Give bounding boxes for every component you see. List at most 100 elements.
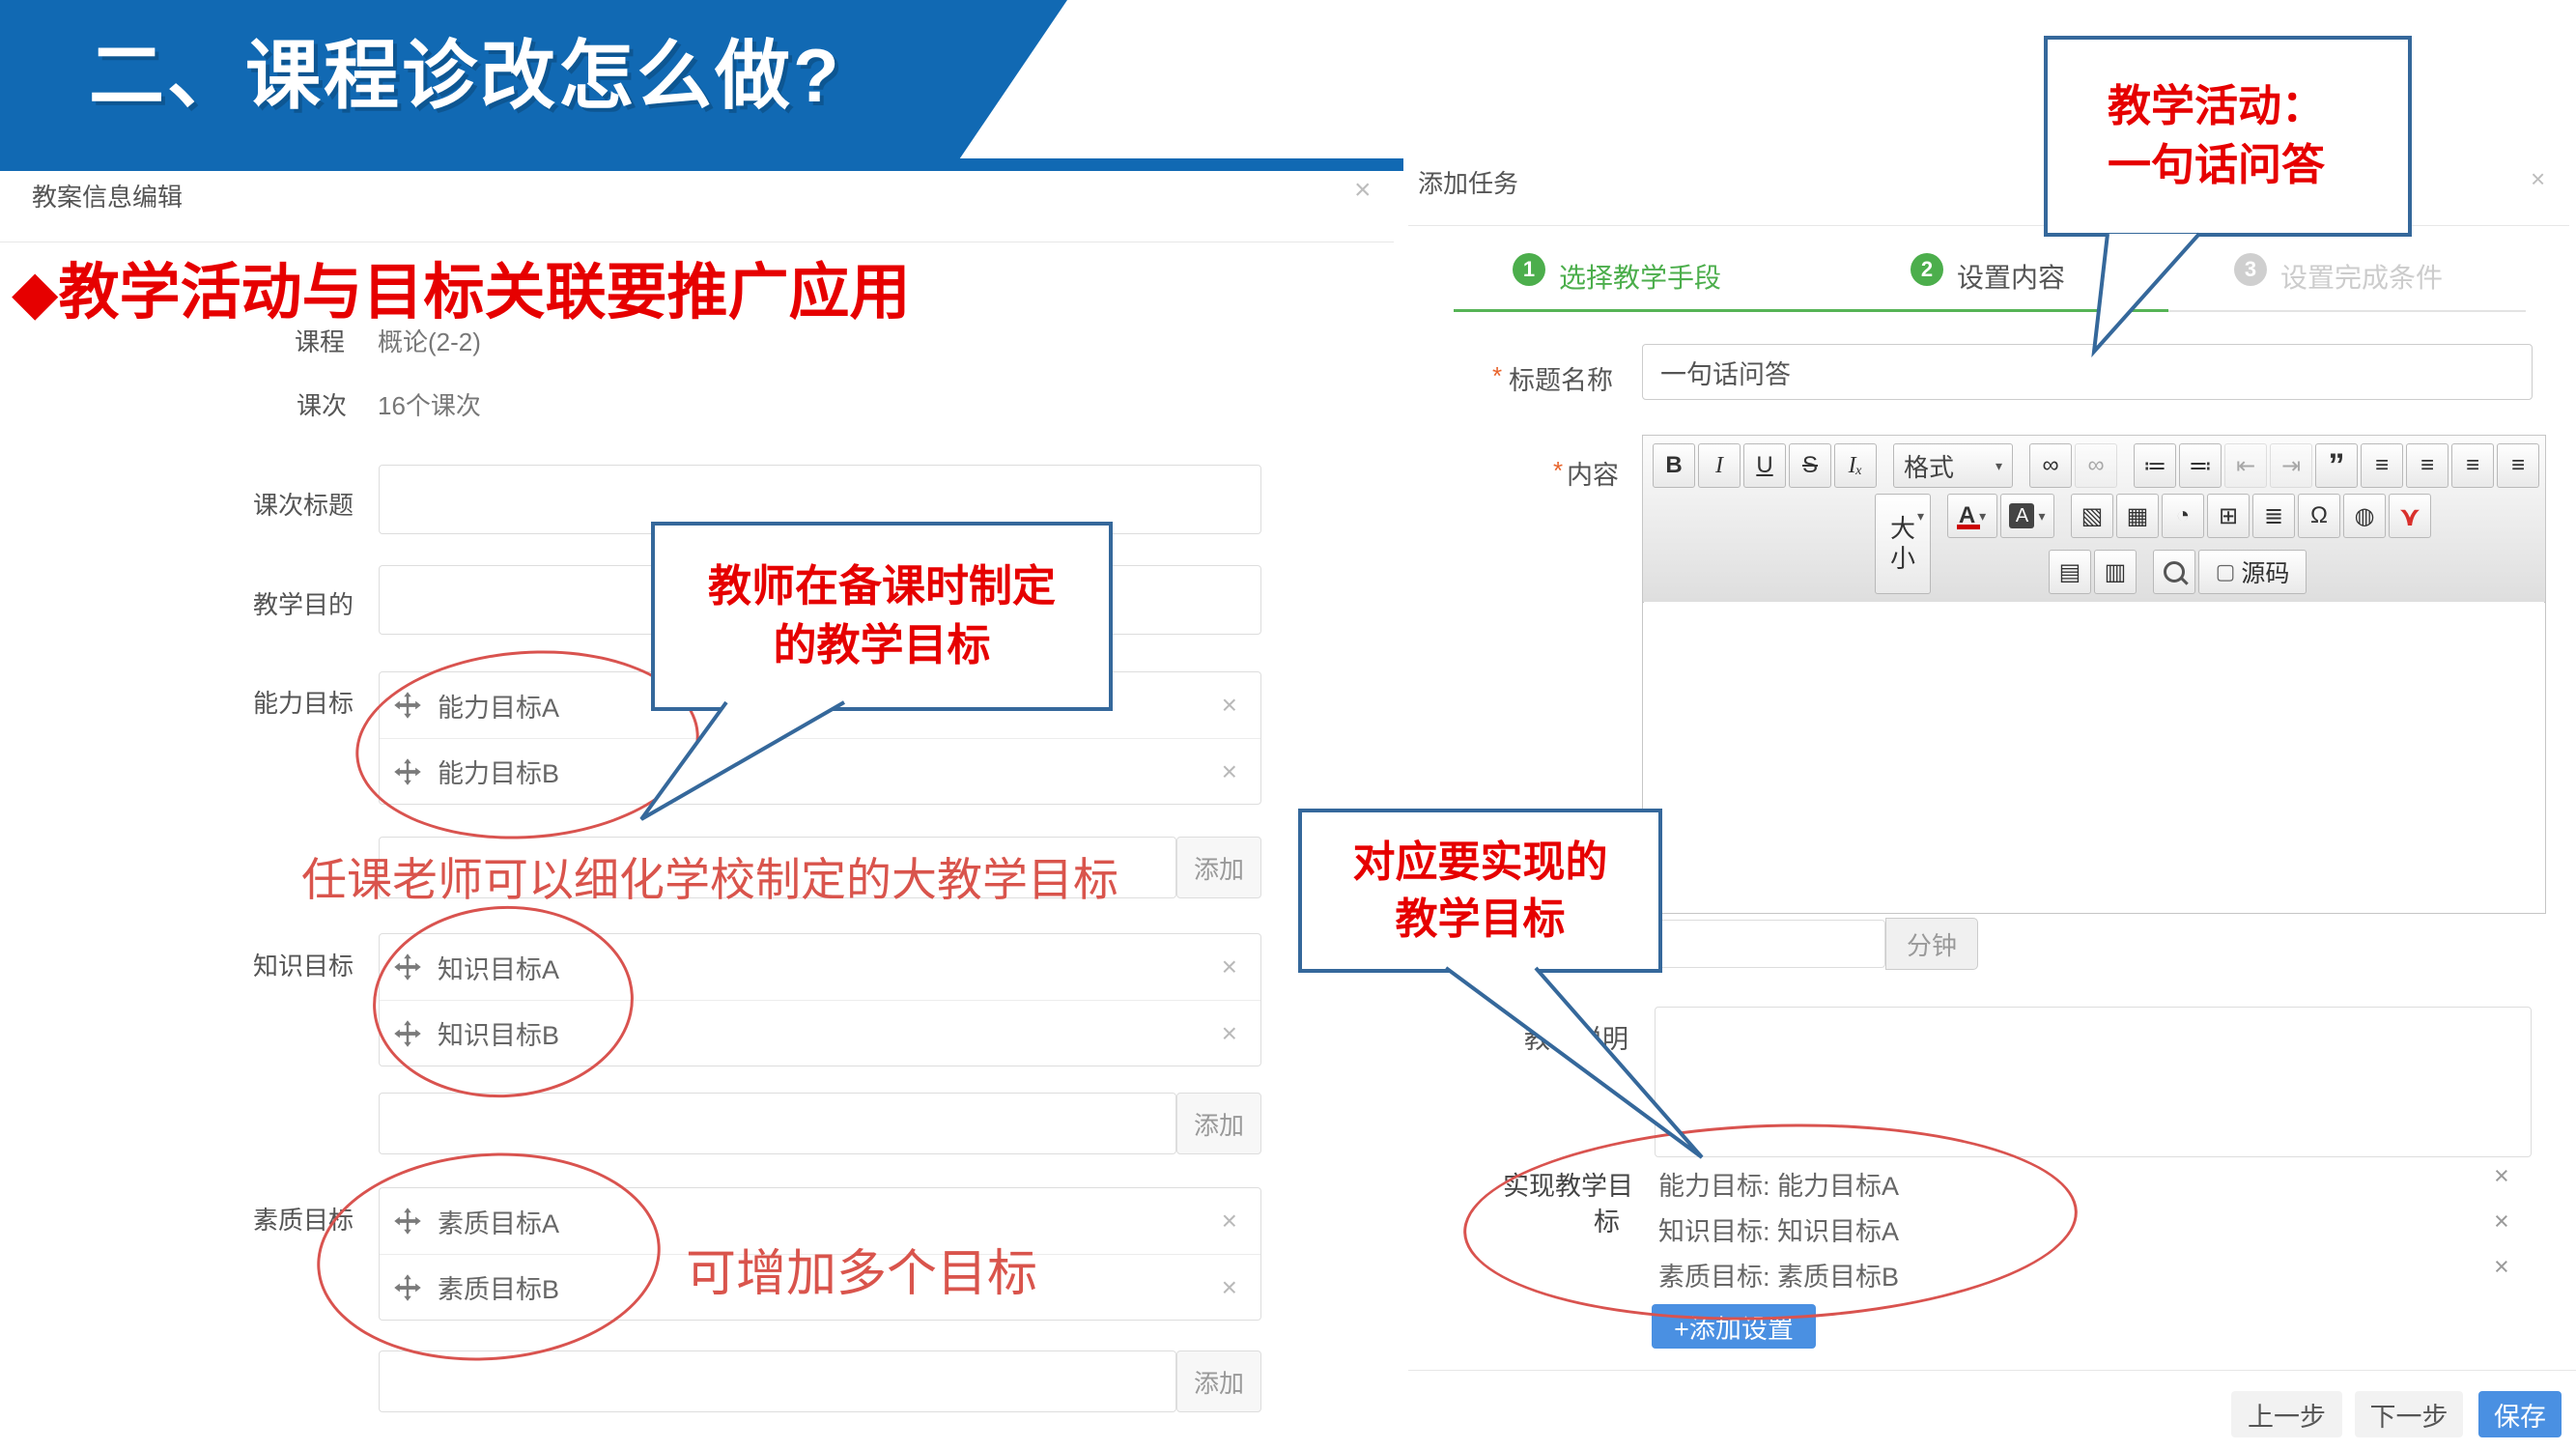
background-color-icon[interactable]: A ▾: [2000, 494, 2054, 538]
prev-step-button[interactable]: 上一步: [2231, 1391, 2342, 1437]
text-color-bar: [1957, 525, 1980, 529]
remove-item-icon[interactable]: ×: [1222, 692, 1237, 719]
align-left-icon[interactable]: ≡: [2361, 443, 2403, 488]
slide: 二、课程诊改怎么做? 教案信息编辑 × ◆教学活动与目标关联要推广应用 课程 概…: [0, 0, 2576, 1450]
page-icon: ▢: [2216, 559, 2236, 584]
annotation-heading: ◆教学活动与目标关联要推广应用: [12, 243, 910, 331]
task-content-label: 内容: [1567, 454, 1619, 492]
insert-table-icon[interactable]: ⊞: [2207, 494, 2250, 538]
unordered-list-icon[interactable]: ≕: [2179, 443, 2222, 488]
duration-field[interactable]: [1646, 920, 1885, 968]
brand-plugin-icon[interactable]: ⋎: [2389, 494, 2431, 538]
minutes-addon: 分钟: [1885, 918, 1978, 970]
step-2-label[interactable]: 设置内容: [1957, 257, 2065, 296]
footer-divider: [1408, 1370, 2576, 1371]
editor-toolbar: B I U S Iₓ 格式 ▾ ∞ ∞ ≔: [1643, 436, 2545, 603]
align-right-icon[interactable]: ≡: [2451, 443, 2494, 488]
annotation-note-multiple: 可增加多个目标: [686, 1233, 1037, 1305]
ability-goal-add-button[interactable]: 添加: [1176, 837, 1261, 898]
align-justify-icon[interactable]: ≡: [2497, 443, 2539, 488]
bubble-text: 一句话问答: [2048, 136, 2408, 195]
link-icon[interactable]: ∞: [2029, 443, 2072, 488]
annotation-bubble-teacher-goals: 教师在备课时制定 的教学目标: [651, 522, 1113, 711]
step-3-circle: 3: [2234, 253, 2267, 286]
duration-input[interactable]: [1646, 920, 1885, 968]
remove-item-icon[interactable]: ×: [1222, 953, 1237, 981]
annotation-ellipse-knowledge: [368, 899, 638, 1104]
lesson-dialog-title: 教案信息编辑: [32, 178, 183, 213]
find-icon[interactable]: [2153, 550, 2195, 594]
knowledge-goal-label: 知识目标: [253, 947, 354, 982]
remove-item-icon[interactable]: ×: [1222, 1208, 1237, 1235]
bubble-text: 对应要实现的: [1302, 834, 1658, 891]
quality-goal-new-input[interactable]: [379, 1350, 1176, 1412]
task-title-field[interactable]: [1642, 344, 2533, 400]
lesson-dialog-close-icon[interactable]: ×: [1354, 176, 1372, 205]
knowledge-goal-new-field[interactable]: [379, 1093, 1176, 1154]
step-2-circle: 2: [1911, 253, 1943, 286]
remove-goal-icon[interactable]: ×: [2494, 1161, 2509, 1191]
step-1-circle: 1: [1513, 253, 1545, 286]
special-char-icon[interactable]: Ω: [2298, 494, 2340, 538]
lesson-count-label: 课次: [297, 386, 347, 422]
font-size-label-top: 大: [1890, 514, 1915, 544]
chevron-down-icon: ▾: [1917, 508, 1924, 525]
unlink-icon[interactable]: ∞: [2075, 443, 2117, 488]
step-progress-rest: [2168, 310, 2526, 312]
bubble-text: 教学目标: [1302, 891, 1658, 948]
annotation-note-refine: 任课老师可以细化学校制定的大教学目标: [301, 842, 1118, 909]
remove-item-icon[interactable]: ×: [1222, 758, 1237, 785]
teaching-purpose-label: 教学目的: [253, 585, 354, 621]
insert-image-icon[interactable]: ▧: [2071, 494, 2113, 538]
editor-content-area[interactable]: [1644, 602, 2544, 912]
insert-snippet-icon[interactable]: ▦: [2116, 494, 2159, 538]
content-required-mark: *: [1553, 456, 1563, 486]
task-title-label: 标题名称: [1509, 359, 1613, 397]
task-title-input[interactable]: [1642, 344, 2533, 400]
blockquote-icon[interactable]: ”: [2315, 443, 2358, 488]
remove-format-icon[interactable]: Iₓ: [1834, 443, 1877, 488]
horizontal-rule-icon[interactable]: ≣: [2252, 494, 2295, 538]
paste-from-word-icon[interactable]: ▥: [2094, 550, 2137, 594]
rich-text-editor: B I U S Iₓ 格式 ▾ ∞ ∞ ≔: [1642, 435, 2546, 914]
source-code-button[interactable]: ▢ 源码: [2198, 550, 2307, 594]
chevron-down-icon: ▾: [2038, 508, 2045, 525]
bold-icon[interactable]: B: [1653, 443, 1695, 488]
remove-item-icon[interactable]: ×: [1222, 1274, 1237, 1301]
text-color-icon[interactable]: A ▾: [1947, 494, 1997, 538]
bubble-text: 教学活动：: [2048, 77, 2408, 136]
remove-item-icon[interactable]: ×: [1222, 1020, 1237, 1047]
underline-icon[interactable]: U: [1743, 443, 1786, 488]
step-1-label[interactable]: 选择教学手段: [1559, 257, 1721, 296]
remove-goal-icon[interactable]: ×: [2494, 1252, 2509, 1282]
save-button[interactable]: 保存: [2478, 1391, 2562, 1437]
strikethrough-icon[interactable]: S: [1789, 443, 1831, 488]
format-dropdown[interactable]: 格式 ▾: [1893, 443, 2013, 488]
indent-icon[interactable]: ⇥: [2270, 443, 2312, 488]
magnifier-icon: [2164, 561, 2185, 583]
annotation-bubble-mapped-goals: 对应要实现的 教学目标: [1298, 809, 1662, 973]
knowledge-goal-new-input[interactable]: [379, 1093, 1176, 1154]
ordered-list-icon[interactable]: ≔: [2134, 443, 2176, 488]
remove-goal-icon[interactable]: ×: [2494, 1207, 2509, 1237]
lesson-title-label: 课次标题: [253, 486, 354, 522]
format-dropdown-label: 格式: [1904, 448, 1954, 484]
step-progress-done: [1454, 309, 2168, 312]
quality-goal-add-button[interactable]: 添加: [1176, 1350, 1261, 1412]
slide-title: 二、课程诊改怎么做?: [89, 15, 842, 124]
paste-icon[interactable]: ▤: [2049, 550, 2091, 594]
knowledge-goal-add-button[interactable]: 添加: [1176, 1093, 1261, 1154]
insert-media-icon[interactable]: ◔: [2162, 494, 2204, 538]
ability-goal-label: 能力目标: [253, 684, 354, 720]
lesson-count-value: 16个课次: [378, 386, 481, 422]
iframe-icon[interactable]: ◍: [2343, 494, 2386, 538]
teaching-note-label: 教学说明: [1524, 1018, 1628, 1056]
next-step-button[interactable]: 下一步: [2355, 1391, 2463, 1437]
outdent-icon[interactable]: ⇤: [2224, 443, 2267, 488]
align-center-icon[interactable]: ≡: [2406, 443, 2449, 488]
italic-icon[interactable]: I: [1698, 443, 1741, 488]
quality-goal-new-field[interactable]: [379, 1350, 1176, 1412]
task-dialog-close-icon[interactable]: ×: [2531, 166, 2545, 191]
font-size-dropdown[interactable]: 大 小 ▾: [1875, 494, 1931, 594]
chevron-down-icon: ▾: [1996, 458, 2002, 474]
